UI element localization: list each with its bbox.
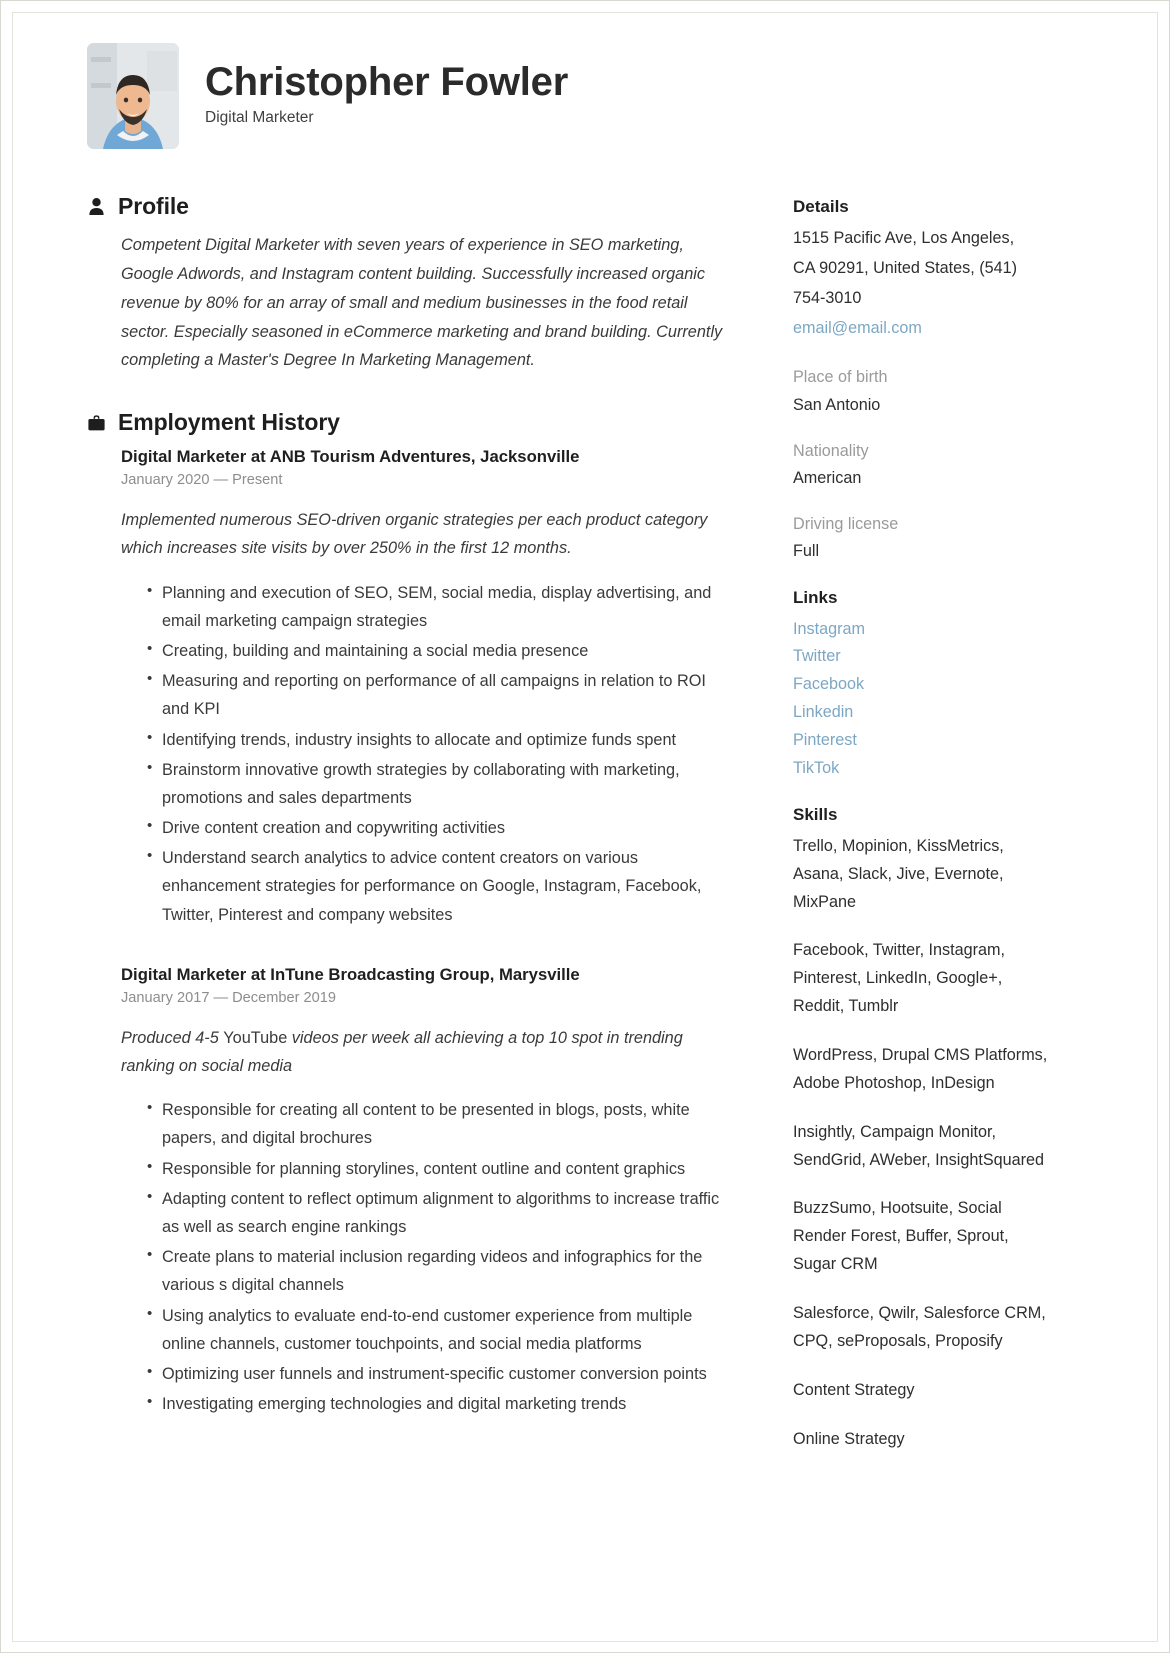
link-facebook[interactable]: Facebook [793, 671, 1055, 699]
avatar [87, 43, 179, 149]
detail-field-driving-license: Driving license Full [793, 511, 1055, 566]
skills-group: BuzzSumo, Hootsuite, Social Render Fores… [793, 1199, 1009, 1274]
detail-label: Driving license [793, 514, 899, 533]
list-item: Adapting content to reflect optimum alig… [147, 1184, 735, 1241]
employment-section-heading: Employment History [87, 409, 735, 436]
skills-group: Content Strategy [793, 1380, 915, 1399]
description-pre: Produced 4-5 [121, 1028, 224, 1047]
name-block: Christopher Fowler Digital Marketer [205, 61, 568, 131]
resume-header: Christopher Fowler Digital Marketer [87, 43, 1095, 149]
details-section: Details 1515 Pacific Ave, Los Angeles, C… [793, 197, 1055, 342]
employment-bullets: Planning and execution of SEO, SEM, soci… [121, 578, 735, 929]
page-title: Christopher Fowler [205, 60, 569, 104]
list-item: Creating, building and maintaining a soc… [147, 636, 735, 665]
skills-group: Online Strategy [793, 1429, 905, 1448]
links-section: Links Instagram Twitter Facebook Linkedi… [793, 588, 1055, 783]
list-item: Optimizing user funnels and instrument-s… [147, 1359, 735, 1388]
detail-field-nationality: Nationality American [793, 438, 1055, 493]
list-item: Using analytics to evaluate end-to-end c… [147, 1301, 735, 1358]
job-title: Digital Marketer [205, 109, 314, 126]
link-tiktok[interactable]: TikTok [793, 755, 1055, 783]
skills-group: Trello, Mopinion, KissMetrics, Asana, Sl… [793, 836, 1004, 911]
list-item: Responsible for planning storylines, con… [147, 1154, 735, 1183]
resume-sheet: Christopher Fowler Digital Marketer Prof… [13, 13, 1157, 1641]
links-heading: Links [793, 587, 838, 607]
resume-page: Christopher Fowler Digital Marketer Prof… [0, 0, 1170, 1653]
briefcase-icon [87, 413, 105, 433]
list-item: Drive content creation and copywriting a… [147, 813, 735, 842]
sidebar: Details 1515 Pacific Ave, Los Angeles, C… [793, 193, 1055, 1474]
employment-description: Produced 4-5 YouTube videos per week all… [121, 1024, 735, 1080]
address-line-1: 1515 Pacific Ave, Los Angeles, [793, 229, 1015, 247]
list-item: Planning and execution of SEO, SEM, soci… [147, 578, 735, 635]
main-column: Profile Competent Digital Marketer with … [87, 193, 735, 1454]
profile-heading: Profile [118, 193, 189, 219]
list-item: Investigating emerging technologies and … [147, 1389, 735, 1418]
address-line-2: CA 90291, United States, (541) [793, 258, 1018, 277]
employment-role: Digital Marketer at ANB Tourism Adventur… [121, 447, 580, 467]
list-item: Responsible for creating all content to … [147, 1095, 735, 1152]
employment-description: Implemented numerous SEO-driven organic … [121, 511, 708, 558]
skills-heading: Skills [793, 804, 838, 824]
detail-label: Nationality [793, 441, 869, 460]
skills-group: Facebook, Twitter, Instagram, Pinterest,… [793, 941, 1006, 1016]
detail-value: Full [793, 542, 820, 561]
list-item: Identifying trends, industry insights to… [147, 725, 735, 754]
address-line-3: 754-3010 [793, 288, 862, 307]
link-instagram[interactable]: Instagram [793, 616, 1055, 644]
link-linkedin[interactable]: Linkedin [793, 699, 1055, 727]
list-item: Understand search analytics to advice co… [147, 843, 735, 929]
description-roman: YouTube [223, 1028, 288, 1047]
skills-group: Insightly, Campaign Monitor, SendGrid, A… [793, 1122, 1045, 1169]
detail-value: San Antonio [793, 395, 881, 414]
email-link[interactable]: email@email.com [793, 315, 1055, 343]
details-heading: Details [793, 197, 849, 216]
link-twitter[interactable]: Twitter [793, 643, 1055, 671]
list-item: Brainstorm innovative growth strategies … [147, 755, 735, 812]
skills-group: Salesforce, Qwilr, Salesforce CRM, CPQ, … [793, 1303, 1046, 1350]
skills-section: Skills Trello, Mopinion, KissMetrics, As… [793, 805, 1055, 1454]
profile-text: Competent Digital Marketer with seven ye… [121, 236, 723, 370]
employment-item: Digital Marketer at ANB Tourism Adventur… [121, 447, 735, 929]
list-item: Measuring and reporting on performance o… [147, 666, 735, 723]
employment-item: Digital Marketer at InTune Broadcasting … [121, 965, 735, 1418]
profile-section-heading: Profile [87, 193, 735, 220]
employment-role: Digital Marketer at InTune Broadcasting … [121, 964, 580, 984]
detail-field-place-of-birth: Place of birth San Antonio [793, 364, 1055, 419]
employment-heading: Employment History [118, 409, 340, 436]
link-pinterest[interactable]: Pinterest [793, 727, 1055, 755]
detail-value: American [793, 469, 862, 488]
skills-group: WordPress, Drupal CMS Platforms, Adobe P… [793, 1045, 1048, 1092]
list-item: Create plans to material inclusion regar… [147, 1242, 735, 1299]
detail-label: Place of birth [793, 368, 888, 387]
employment-dates: January 2020 — Present [121, 472, 283, 489]
content-columns: Profile Competent Digital Marketer with … [87, 193, 1095, 1474]
person-icon [87, 197, 105, 217]
employment-dates: January 2017 — December 2019 [121, 989, 336, 1006]
employment-bullets: Responsible for creating all content to … [121, 1095, 735, 1418]
